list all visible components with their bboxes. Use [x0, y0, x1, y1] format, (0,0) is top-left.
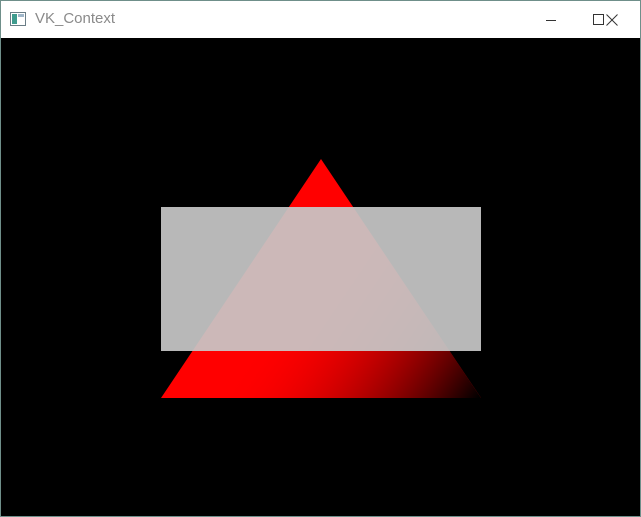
close-button[interactable] [591, 1, 633, 38]
title-bar[interactable]: VK_Context [1, 1, 640, 38]
render-viewport[interactable] [1, 38, 640, 516]
app-window-icon [10, 12, 26, 26]
window-title: VK_Context [35, 10, 116, 27]
rendered-scene [161, 159, 481, 398]
app-window: VK_Context [0, 0, 641, 517]
min-target [529, 1, 575, 38]
translucent-rectangle [161, 207, 481, 351]
close-icon [606, 13, 618, 26]
